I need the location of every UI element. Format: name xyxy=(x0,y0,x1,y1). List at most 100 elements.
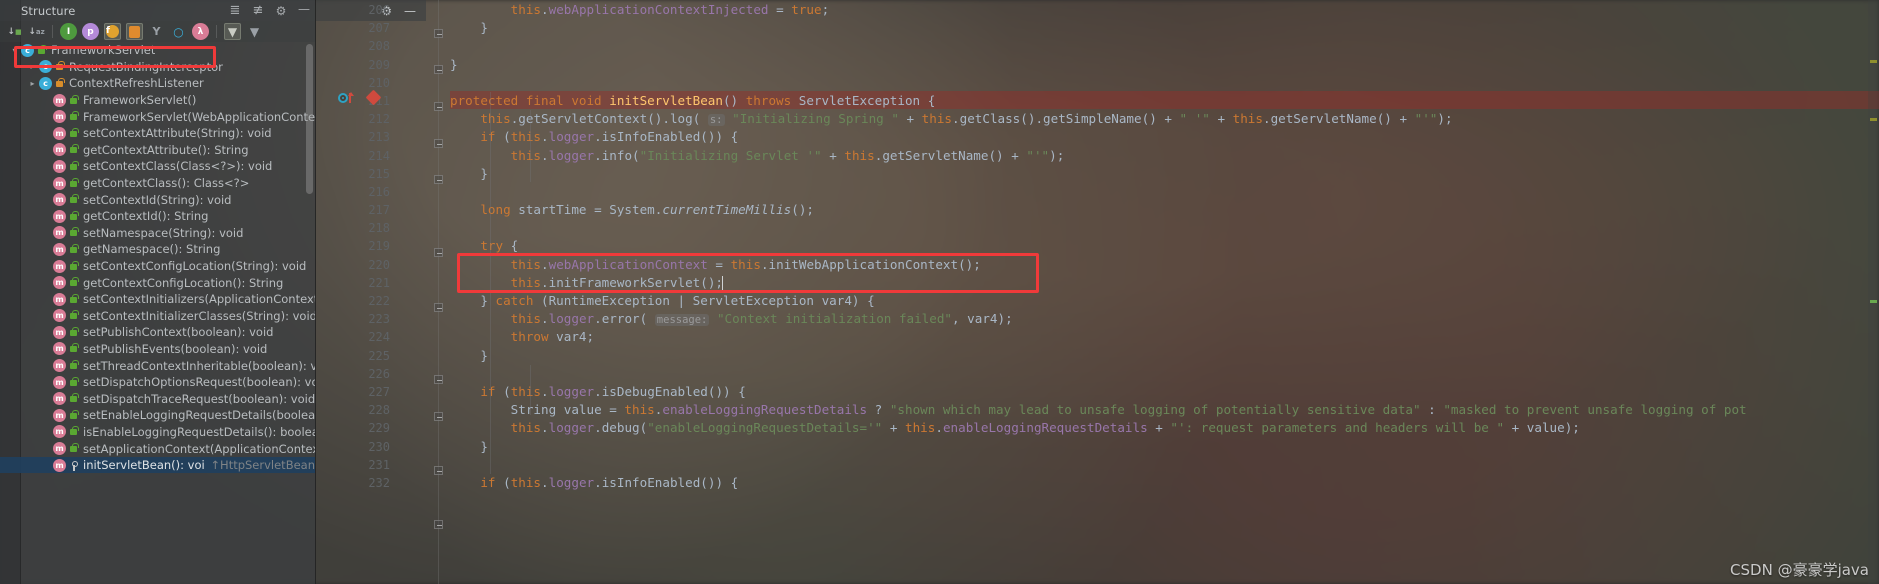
code-line[interactable]: this.getServletContext().log( s: "Initia… xyxy=(450,110,1879,128)
structure-tree-item[interactable]: m setApplicationContext(ApplicationContex… xyxy=(0,440,315,457)
structure-tree-item[interactable]: m setNamespace(String): void xyxy=(0,225,315,242)
show-properties-button[interactable]: p xyxy=(82,23,99,40)
structure-tree-item[interactable]: m setContextConfigLocation(String): void xyxy=(0,258,315,275)
structure-tree-item[interactable]: c ContextRefreshListener xyxy=(0,75,315,92)
code-line[interactable]: this.webApplicationContextInjected = tru… xyxy=(450,1,1879,19)
structure-tree-item[interactable]: m FrameworkServlet() xyxy=(0,92,315,109)
fold-marker[interactable] xyxy=(434,139,443,148)
structure-tree-item[interactable]: c RequestBindingInterceptor xyxy=(0,59,315,76)
structure-tree-item[interactable]: m getContextId(): String xyxy=(0,208,315,225)
structure-tree-item[interactable]: m setDispatchTraceRequest(boolean): void xyxy=(0,390,315,407)
method-icon: m xyxy=(53,126,66,140)
code-token: , var4); xyxy=(952,311,1013,327)
structure-tree-item[interactable]: m setThreadContextInheritable(boolean): v… xyxy=(0,357,315,374)
code-line[interactable]: this.initFrameworkServlet(); xyxy=(450,274,1879,292)
structure-tree-item[interactable]: m setPublishEvents(boolean): void xyxy=(0,341,315,358)
stripe-warning-mark[interactable] xyxy=(1870,60,1877,63)
fold-marker[interactable] xyxy=(434,248,443,257)
structure-item-label: setContextClass(Class<?>): void xyxy=(83,159,273,174)
fold-marker[interactable] xyxy=(434,303,443,312)
code-line[interactable] xyxy=(450,365,1879,383)
hide-panel-icon[interactable]: — xyxy=(297,3,311,18)
fold-marker[interactable] xyxy=(434,375,443,384)
fold-marker[interactable] xyxy=(434,520,443,529)
code-line[interactable]: this.logger.debug("enableLoggingRequestD… xyxy=(450,419,1879,437)
show-anonymous-classes-button[interactable]: ○ xyxy=(170,23,187,40)
code-line[interactable]: } xyxy=(450,165,1879,183)
structure-tree-item[interactable]: m setContextInitializers(ApplicationConte… xyxy=(0,291,315,308)
structure-scrollbar[interactable] xyxy=(306,44,313,194)
show-non-public-button[interactable] xyxy=(126,23,143,40)
code-line[interactable]: this.webApplicationContext = this.initWe… xyxy=(450,256,1879,274)
tree-toggle-arrow-icon[interactable] xyxy=(26,79,39,88)
autoscroll-from-source-button[interactable]: ▼ xyxy=(246,23,263,40)
code-line[interactable]: } xyxy=(450,19,1879,37)
stripe-info-mark[interactable] xyxy=(1870,300,1877,303)
code-token: . xyxy=(760,256,769,272)
structure-tree-item[interactable]: m getNamespace(): String xyxy=(0,241,315,258)
structure-tree-item[interactable]: m setPublishContext(boolean): void xyxy=(0,324,315,341)
collapse-all-icon[interactable]: ≢ xyxy=(251,3,265,18)
override-arrow-icon[interactable] xyxy=(348,92,354,103)
show-inherited-members-button[interactable]: Y xyxy=(148,23,165,40)
code-line[interactable]: } catch (RuntimeException | ServletExcep… xyxy=(450,292,1879,310)
code-line[interactable]: } xyxy=(450,438,1879,456)
fold-marker[interactable] xyxy=(434,65,443,74)
code-line[interactable]: } xyxy=(450,56,1879,74)
structure-item-label: setContextInitializerClasses(String): vo… xyxy=(83,308,315,323)
code-line[interactable]: String value = this.enableLoggingRequest… xyxy=(450,401,1879,419)
code-line[interactable]: } xyxy=(450,347,1879,365)
code-content[interactable]: this.webApplicationContextInjected = tru… xyxy=(450,0,1879,584)
code-line[interactable]: throw var4; xyxy=(450,328,1879,346)
code-line[interactable]: this.logger.info("Initializing Servlet '… xyxy=(450,147,1879,165)
structure-tree-item[interactable]: c FrameworkServlet xyxy=(0,42,315,59)
fold-marker[interactable] xyxy=(434,102,443,111)
structure-tree-item[interactable]: m setDispatchOptionsRequest(boolean): voi… xyxy=(0,374,315,391)
structure-tree-item[interactable]: m isEnableLoggingRequestDetails(): boolea… xyxy=(0,424,315,441)
structure-tree-item[interactable]: m getContextConfigLocation(): String xyxy=(0,274,315,291)
error-stripe-scrollbar[interactable] xyxy=(1868,0,1879,584)
code-line[interactable]: if (this.logger.isDebugEnabled()) { xyxy=(450,383,1879,401)
code-line[interactable]: long startTime = System.currentTimeMilli… xyxy=(450,201,1879,219)
sort-alphabetically-button[interactable]: ↓ az xyxy=(28,23,45,40)
run-method-gutter-icon[interactable] xyxy=(338,92,354,103)
structure-tree-item[interactable]: m setContextInitializerClasses(String): v… xyxy=(0,308,315,325)
sort-by-visibility-button[interactable]: ↓ ■ xyxy=(6,23,23,40)
code-line[interactable] xyxy=(450,183,1879,201)
run-icon[interactable] xyxy=(338,93,348,103)
code-line[interactable]: try { xyxy=(450,237,1879,255)
fold-marker[interactable] xyxy=(434,175,443,184)
code-line[interactable]: if (this.logger.isInfoEnabled()) { xyxy=(450,128,1879,146)
fold-marker[interactable] xyxy=(434,412,443,421)
structure-tree-item[interactable]: m getContextClass(): Class<?> xyxy=(0,175,315,192)
fold-marker[interactable] xyxy=(434,29,443,38)
code-line[interactable] xyxy=(450,37,1879,55)
autoscroll-to-source-button[interactable]: ▼ xyxy=(224,23,241,40)
show-inherited-button[interactable]: I xyxy=(60,23,77,40)
structure-tree-item[interactable]: m setContextClass(Class<?>): void xyxy=(0,158,315,175)
structure-tree-item[interactable]: m setContextAttribute(String): void xyxy=(0,125,315,142)
code-token: "masked to prevent unsafe logging of pot xyxy=(1443,402,1747,418)
structure-tree-item[interactable]: m setEnableLoggingRequestDetails(boolean)… xyxy=(0,407,315,424)
code-line[interactable] xyxy=(450,219,1879,237)
code-line[interactable]: this.logger.error( message: "Context ini… xyxy=(450,310,1879,328)
editor-gutter[interactable]: 206 207 208 209 210 211 212 213 214 215 216 217 218 2… xyxy=(316,0,450,584)
structure-tree-item[interactable]: m setContextId(String): void xyxy=(0,191,315,208)
tree-toggle-arrow-icon[interactable] xyxy=(8,46,21,55)
structure-tree-item[interactable]: m getContextAttribute(): String xyxy=(0,142,315,159)
fold-marker[interactable] xyxy=(434,466,443,475)
show-fields-button[interactable]: f xyxy=(104,23,121,40)
stripe-warning-mark[interactable] xyxy=(1870,118,1877,121)
code-line[interactable]: protected final void initServletBean() t… xyxy=(450,92,1879,110)
structure-item-label: initServletBean(): void xyxy=(83,458,205,473)
structure-tree[interactable]: c FrameworkServlet c RequestBindingIntercep… xyxy=(0,42,315,584)
show-lambdas-button[interactable]: λ xyxy=(192,23,209,40)
settings-gear-icon[interactable]: ⚙ xyxy=(274,4,288,18)
structure-tree-item[interactable]: m initServletBean(): void ↑HttpServletBean xyxy=(0,456,315,474)
code-line[interactable]: if (this.logger.isInfoEnabled()) { xyxy=(450,474,1879,492)
code-line[interactable] xyxy=(450,74,1879,92)
expand-all-icon[interactable]: ≣ xyxy=(228,3,242,18)
code-line[interactable] xyxy=(450,456,1879,474)
structure-tree-item[interactable]: m FrameworkServlet(WebApplicationContext) xyxy=(0,108,315,125)
tree-toggle-arrow-icon[interactable] xyxy=(26,62,39,71)
